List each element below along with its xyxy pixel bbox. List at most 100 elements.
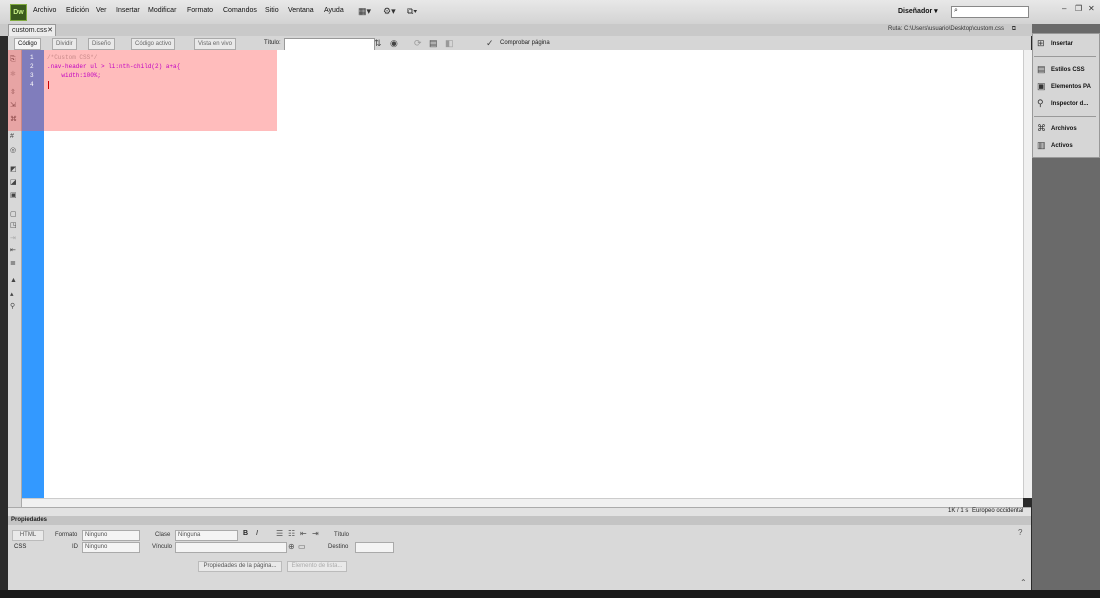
italic-button[interactable]: I — [256, 530, 258, 537]
vertical-scrollbar[interactable] — [1023, 50, 1032, 498]
document-tab-label: custom.css — [12, 27, 48, 34]
layout-icon[interactable]: ▦▾ — [358, 6, 371, 17]
view-options-icon[interactable]: ▤ — [429, 38, 438, 49]
encoding-label: Europeo occidental — [972, 508, 1024, 514]
format-select[interactable]: Ninguno — [82, 530, 140, 541]
menu-formato[interactable]: Formato — [187, 7, 213, 14]
document-tab-bar — [0, 24, 1032, 36]
ordered-list-icon[interactable]: ☷ — [288, 529, 295, 538]
menu-archivo[interactable]: Archivo — [33, 7, 56, 14]
id-select[interactable]: Ninguno — [82, 542, 140, 553]
path-label: Ruta: — [888, 26, 903, 32]
page-properties-button[interactable]: Propiedades de la página... — [198, 561, 282, 572]
file-size-time: 1K / 1 s — [948, 508, 969, 514]
restore-icon[interactable]: ⧉ — [1012, 26, 1016, 32]
css-mode-button[interactable]: CSS — [14, 544, 26, 550]
recent-snippets-icon[interactable]: ▢ — [10, 210, 17, 218]
panel-estilos-css[interactable]: Estilos CSS — [1051, 67, 1085, 73]
wrap-tag-icon[interactable]: ▣ — [10, 191, 17, 199]
indent-code-icon[interactable]: ⇥ — [10, 234, 16, 242]
insert-icon: ⊞ — [1037, 38, 1045, 48]
maximize-button[interactable]: ❐ — [1075, 4, 1082, 13]
menu-comandos[interactable]: Comandos — [223, 7, 257, 14]
taskbar — [0, 590, 1100, 598]
live-code-button[interactable]: Código activo — [131, 38, 176, 50]
live-view-button[interactable]: Vista en vivo — [194, 38, 236, 50]
refresh-icon[interactable]: ⟳ — [414, 38, 422, 49]
path-display: Ruta: C:\Users\usuario\Desktop\custom.cs… — [888, 26, 1016, 33]
apply-comment-icon[interactable]: ◩ — [10, 165, 17, 173]
browse-folder-icon[interactable]: ▭ — [298, 542, 306, 551]
id-label: ID — [72, 544, 78, 550]
syntax-error-icon[interactable]: ▲ — [10, 277, 17, 284]
gear-icon[interactable]: ⚙▾ — [383, 6, 396, 17]
menu-edicion[interactable]: Edición — [66, 7, 89, 14]
check-page-button[interactable]: Comprobar página — [500, 40, 550, 46]
split-view-button[interactable]: Dividir — [52, 38, 77, 50]
panel-archivos[interactable]: Archivos — [1051, 126, 1077, 132]
files-icon: ⌘ — [1037, 123, 1046, 133]
remove-comment-icon[interactable]: ◪ — [10, 178, 17, 186]
close-button[interactable]: ✕ — [1088, 4, 1095, 13]
panel-divider — [1034, 56, 1096, 57]
highlight-invalid-icon[interactable]: ◎ — [10, 146, 16, 154]
class-select[interactable]: Ninguna — [175, 530, 238, 541]
properties-header: Propiedades — [8, 516, 1031, 525]
properties-title: Propiedades — [11, 517, 48, 523]
menu-sitio[interactable]: Sitio — [265, 7, 279, 14]
code-line: .nav-header ul > li:nth-child(2) a+a{ — [47, 63, 181, 70]
bold-button[interactable]: B — [243, 530, 248, 537]
format-label: Formato — [55, 532, 78, 538]
code-line: width:100%; — [47, 72, 102, 79]
unordered-list-icon[interactable]: ☰ — [276, 529, 283, 538]
search-input[interactable]: ⌕ — [951, 6, 1029, 18]
menu-ver[interactable]: Ver — [96, 7, 107, 14]
outdent-icon[interactable]: ⇤ — [300, 529, 307, 538]
text-caret — [48, 81, 49, 89]
check-page-icon[interactable]: ✓ — [486, 38, 494, 49]
indent-icon[interactable]: ⇥ — [312, 529, 319, 538]
file-management-icon[interactable]: ⇅ — [374, 38, 382, 49]
panel-activos[interactable]: Activos — [1051, 143, 1073, 149]
preview-browser-icon[interactable]: ◉ — [390, 38, 398, 49]
class-label: Clase — [155, 532, 171, 538]
panel-divider — [1034, 116, 1096, 117]
ap-elements-icon: ▣ — [1037, 81, 1046, 91]
code-hint-icon[interactable]: ▴ — [10, 290, 14, 298]
horizontal-scrollbar[interactable] — [22, 498, 1023, 507]
collapse-panel-icon[interactable]: ⌃ — [1020, 578, 1027, 587]
properties-panel — [8, 516, 1031, 591]
line-number: 4 — [30, 81, 34, 88]
inspector-icon: ⚲ — [1037, 98, 1044, 108]
html-mode-button[interactable]: HTML — [12, 530, 44, 541]
code-view-button[interactable]: Código — [14, 38, 42, 50]
menu-ventana[interactable]: Ventana — [288, 7, 314, 14]
outdent-code-icon[interactable]: ⇤ — [10, 246, 16, 254]
target-select[interactable] — [355, 542, 394, 553]
line-numbers-icon[interactable]: # — [10, 133, 14, 140]
title-prop-label: Título — [334, 532, 350, 538]
line-number: 2 — [30, 63, 34, 70]
visual-aids-icon[interactable]: ◧ — [445, 38, 454, 49]
snippet-icon[interactable]: ⚲ — [10, 302, 15, 310]
workspace-switcher[interactable]: Diseñador ▾ — [898, 7, 938, 15]
move-css-icon[interactable]: ◳ — [10, 221, 17, 229]
code-line: /*Custom CSS*/ — [47, 54, 98, 61]
minimize-button[interactable]: – — [1062, 4, 1066, 13]
design-view-button[interactable]: Diseño — [88, 38, 115, 50]
css-styles-icon: ▤ — [1037, 64, 1046, 74]
link-select[interactable] — [175, 542, 287, 553]
list-item-button[interactable]: Elemento de lista... — [287, 561, 347, 572]
title-label: Título: — [264, 40, 281, 46]
menu-insertar[interactable]: Insertar — [116, 7, 140, 14]
panel-elementos-pa[interactable]: Elementos PA — [1051, 84, 1091, 90]
help-icon[interactable]: ? — [1018, 528, 1022, 537]
format-source-icon[interactable]: ≣ — [10, 259, 16, 267]
menu-modificar[interactable]: Modificar — [148, 7, 176, 14]
assets-icon: ▥ — [1037, 140, 1046, 150]
site-icon[interactable]: ⧉▾ — [407, 6, 417, 17]
panel-inspector[interactable]: Inspector d... — [1051, 101, 1088, 107]
menu-ayuda[interactable]: Ayuda — [324, 7, 344, 14]
point-to-file-icon[interactable]: ⊕ — [288, 542, 295, 551]
panel-insertar[interactable]: Insertar — [1051, 41, 1073, 47]
